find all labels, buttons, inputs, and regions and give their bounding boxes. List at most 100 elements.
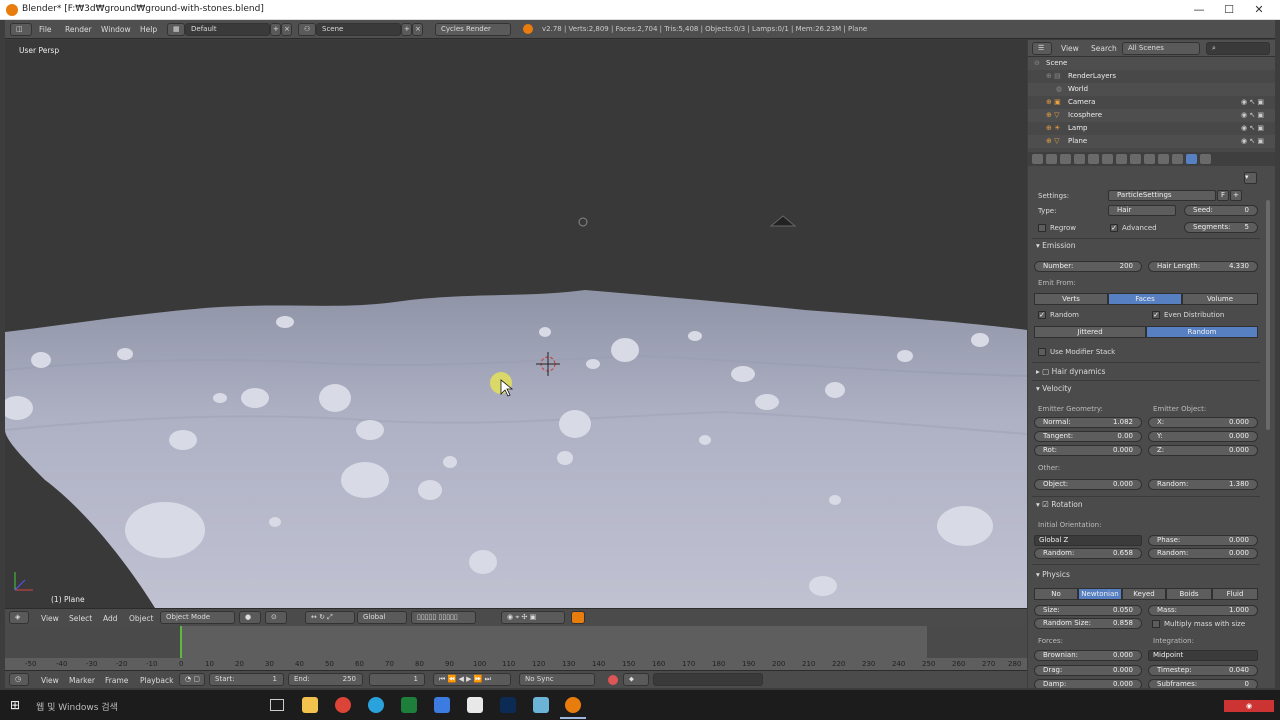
viewport-menu-select[interactable]: Select [69,614,92,623]
layout-grid-icon[interactable]: ▦ [167,23,185,36]
playback-controls-icon[interactable]: ⏮ ⏪ ◀ ▶ ⏩ ⏭ [433,673,511,686]
tab-data-icon[interactable] [1130,154,1141,164]
task-view-icon[interactable] [270,699,284,711]
multiply-mass-checkbox[interactable] [1152,620,1160,628]
phase-random-field[interactable]: Random: 0.000 [1148,548,1258,559]
emit-from-verts[interactable]: Verts [1034,293,1108,305]
tab-layers-icon[interactable] [1046,154,1057,164]
tab-render-icon[interactable] [1032,154,1043,164]
distribution-jittered[interactable]: Jittered [1034,326,1146,338]
outliner-item-camera[interactable]: ⊕ ▣ Camera ◉ ↖ ▣ [1028,96,1275,109]
scene-add-icon[interactable]: + [401,23,412,36]
file-explorer-icon[interactable] [302,697,318,713]
layout-remove-icon[interactable]: × [281,23,292,36]
render-preview-icon[interactable] [571,611,585,624]
physics-newtonian[interactable]: Newtonian [1078,588,1122,600]
auto-keyframe-icon[interactable] [608,675,618,685]
active-keying-set-field[interactable] [653,673,763,686]
layer-buttons[interactable]: ▯▯▯▯▯ ▯▯▯▯▯ [411,611,476,624]
physics-boids[interactable]: Boids [1166,588,1212,600]
number-field[interactable]: Number: 200 [1034,261,1142,272]
sync-mode-selector[interactable]: No Sync [519,673,595,686]
random-size-field[interactable]: Random Size: 0.858 [1034,618,1142,629]
timeline-editor[interactable]: -50 -40 -30 -20 -10 0 10 20 30 40 50 60 … [5,626,1027,670]
physics-panel-header[interactable]: ▾ Physics [1036,570,1070,579]
outliner-menu-view[interactable]: View [1061,44,1079,53]
rotation-random-field[interactable]: Random: 0.658 [1034,548,1142,559]
outliner-item-lamp[interactable]: ⊕ ☀ Lamp ◉ ↖ ▣ [1028,122,1275,135]
3d-viewport[interactable]: User Persp (1) Plane [5,40,1027,608]
timestep-field[interactable]: Timestep: 0.040 [1148,665,1258,676]
rot-field[interactable]: Rot: 0.000 [1034,445,1142,456]
random-checkbox[interactable]: ✓ [1038,311,1046,319]
photoshop-icon[interactable] [500,697,516,713]
orientation-selector[interactable]: Global Z [1034,535,1142,546]
outliner-item-renderlayers[interactable]: ⊕ ▤ RenderLayers [1028,70,1275,83]
app-s-icon[interactable] [401,697,417,713]
telegram-icon[interactable] [368,697,384,713]
physics-no[interactable]: No [1034,588,1078,600]
tab-particles-icon[interactable] [1172,154,1183,164]
viewport-menu-view[interactable]: View [41,614,59,623]
subframes-field[interactable]: Subframes: 0 [1148,679,1258,688]
vscode-icon[interactable] [434,697,450,713]
x-field[interactable]: X: 0.000 [1148,417,1258,428]
preview-range-icon[interactable]: ◔ ▢ [179,673,205,686]
minimize-button[interactable]: — [1184,2,1214,18]
menu-window[interactable]: Window [101,25,131,34]
emission-panel-header[interactable]: ▾ Emission [1036,241,1076,250]
tab-world-icon[interactable] [1074,154,1085,164]
brownian-field[interactable]: Brownian: 0.000 [1034,650,1142,661]
timeline-menu-view[interactable]: View [41,676,59,685]
paint-icon[interactable] [467,697,483,713]
tab-constraints-icon[interactable] [1102,154,1113,164]
visibility-eye-icon[interactable]: ◉ ↖ ▣ [1241,98,1264,106]
particle-settings-field[interactable]: ParticleSettings [1108,190,1216,201]
orientation-selector[interactable]: Global [357,611,407,624]
outliner-filter-selector[interactable]: All Scenes [1122,42,1200,55]
regrow-checkbox[interactable] [1038,224,1046,232]
outliner-editor-type-icon[interactable]: ☰ [1032,42,1052,55]
object-velocity-field[interactable]: Object: 0.000 [1034,479,1142,490]
even-distribution-checkbox[interactable]: ✓ [1152,311,1160,319]
phase-field[interactable]: Phase: 0.000 [1148,535,1258,546]
mode-selector[interactable]: Object Mode [160,611,235,624]
menu-file[interactable]: File [39,25,52,34]
hair-dynamics-panel-header[interactable]: ▸ ▢ Hair dynamics [1036,367,1105,376]
maximize-button[interactable]: ☐ [1214,2,1244,18]
random-velocity-field[interactable]: Random: 1.380 [1148,479,1258,490]
distribution-random[interactable]: Random [1146,326,1258,338]
physics-fluid[interactable]: Fluid [1212,588,1258,600]
tab-texture-icon[interactable] [1158,154,1169,164]
new-settings-button[interactable]: + [1230,190,1242,201]
outliner-menu-search[interactable]: Search [1091,44,1117,53]
manipulator-icons[interactable]: ↔ ↻ ⤢ [305,611,355,624]
visibility-eye-icon[interactable]: ◉ ↖ ▣ [1241,137,1264,145]
viewport-menu-object[interactable]: Object [129,614,153,623]
tab-extra-icon[interactable] [1200,154,1211,164]
panel-menu-icon[interactable]: ▾ [1244,172,1257,184]
end-frame-field[interactable]: End: 250 [288,673,363,686]
velocity-panel-header[interactable]: ▾ Velocity [1036,384,1072,393]
start-frame-field[interactable]: Start: 1 [209,673,284,686]
damp-field[interactable]: Damp: 0.000 [1034,679,1142,688]
visibility-eye-icon[interactable]: ◉ ↖ ▣ [1241,124,1264,132]
outliner-search-input[interactable]: ⌕ [1206,42,1270,55]
tab-scene-icon[interactable] [1060,154,1071,164]
timeline-menu-marker[interactable]: Marker [69,676,95,685]
y-field[interactable]: Y: 0.000 [1148,431,1258,442]
visibility-eye-icon[interactable]: ◉ ↖ ▣ [1241,111,1264,119]
editor-type-icon[interactable]: ◫ [10,23,32,36]
advanced-checkbox[interactable]: ✓ [1110,224,1118,232]
scene-icon[interactable]: ⚇ [298,23,316,36]
taskbar-search-text[interactable]: 웹 및 Windows 검색 [36,700,118,713]
timeline-editor-type-icon[interactable]: ◷ [9,673,29,686]
tab-material-icon[interactable] [1144,154,1155,164]
properties-scrollbar[interactable] [1266,200,1270,430]
render-engine-selector[interactable]: Cycles Render [435,23,511,36]
outliner-item-world[interactable]: ◍ World [1028,83,1275,96]
normal-field[interactable]: Normal: 1.082 [1034,417,1142,428]
integrator-selector[interactable]: Midpoint [1148,650,1258,661]
timeline-menu-frame[interactable]: Frame [105,676,128,685]
viewport-menu-add[interactable]: Add [103,614,118,623]
